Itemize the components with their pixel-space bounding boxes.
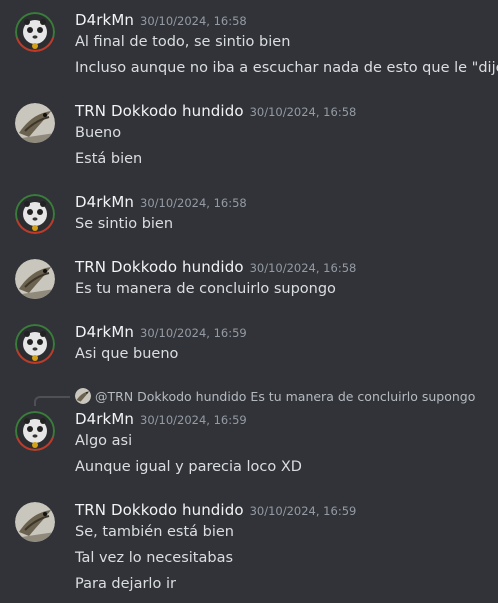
message-header: TRN Dokkodo hundido 30/10/2024, 16:58 <box>75 257 356 279</box>
message-text: Al final de todo, se sintio bien <box>75 34 291 50</box>
message-text: Algo asi <box>75 433 133 449</box>
username[interactable]: TRN Dokkodo hundido <box>75 501 244 519</box>
message-text: Para dejarlo ir <box>75 576 176 592</box>
message-text: Está bien <box>75 151 143 167</box>
reply-spine <box>34 396 70 406</box>
panda-avatar-icon[interactable] <box>15 12 55 52</box>
bird-avatar-icon[interactable] <box>15 502 55 542</box>
message-header: D4rkMn 30/10/2024, 16:59 <box>75 322 247 344</box>
message-header: D4rkMn 30/10/2024, 16:58 <box>75 192 247 214</box>
bird-avatar-icon[interactable] <box>15 103 55 143</box>
panda-avatar-icon[interactable] <box>15 194 55 234</box>
bird-avatar-icon <box>75 388 91 404</box>
timestamp: 30/10/2024, 16:59 <box>249 504 357 518</box>
message-text: Se, también está bien <box>75 524 234 540</box>
username[interactable]: TRN Dokkodo hundido <box>75 102 244 120</box>
panda-avatar-icon[interactable] <box>15 324 55 364</box>
message-text: Aunque igual y parecia loco XD <box>75 459 302 475</box>
reply-reference[interactable]: @TRN Dokkodo hundido Es tu manera de con… <box>75 388 475 404</box>
message-text: Incluso aunque no iba a escuchar nada de… <box>75 60 498 76</box>
username[interactable]: D4rkMn <box>75 11 134 29</box>
username[interactable]: TRN Dokkodo hundido <box>75 258 244 276</box>
timestamp: 30/10/2024, 16:58 <box>249 261 357 275</box>
username[interactable]: D4rkMn <box>75 323 134 341</box>
username[interactable]: D4rkMn <box>75 410 134 428</box>
timestamp: 30/10/2024, 16:58 <box>140 196 247 210</box>
message-text: Asi que bueno <box>75 346 179 362</box>
message-text: Bueno <box>75 125 122 141</box>
timestamp: 30/10/2024, 16:58 <box>140 14 247 28</box>
message-header: D4rkMn 30/10/2024, 16:58 <box>75 10 247 32</box>
timestamp: 30/10/2024, 16:59 <box>140 413 247 427</box>
message-text: Tal vez lo necesitabas <box>75 550 234 566</box>
username[interactable]: D4rkMn <box>75 193 134 211</box>
message-header: TRN Dokkodo hundido 30/10/2024, 16:58 <box>75 101 356 123</box>
timestamp: 30/10/2024, 16:59 <box>140 326 247 340</box>
message-text: Se sintio bien <box>75 216 174 232</box>
bird-avatar-icon[interactable] <box>15 259 55 299</box>
timestamp: 30/10/2024, 16:58 <box>249 105 357 119</box>
panda-avatar-icon[interactable] <box>15 411 55 451</box>
message-header: D4rkMn 30/10/2024, 16:59 <box>75 409 247 431</box>
reply-username[interactable]: @TRN Dokkodo hundido <box>95 389 246 404</box>
message-text: Es tu manera de concluirlo supongo <box>75 281 336 297</box>
message-header: TRN Dokkodo hundido 30/10/2024, 16:59 <box>75 500 356 522</box>
reply-preview-text[interactable]: Es tu manera de concluirlo supongo <box>250 389 475 404</box>
